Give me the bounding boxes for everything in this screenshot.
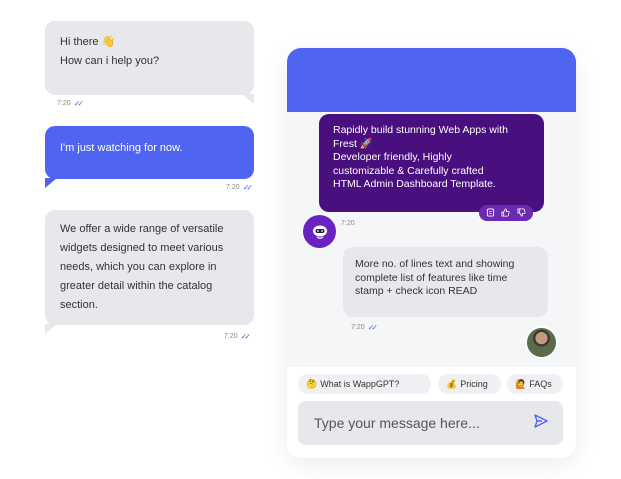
message-bubble-user: I'm just watching for now.: [45, 126, 254, 188]
user-message-bubble: More no. of lines text and showing compl…: [343, 247, 548, 317]
timestamp: 7:20: [341, 220, 355, 227]
suggestion-chips: 🤔 What is WappGPT? 💰 Pricing 🙋 FAQs: [287, 374, 576, 400]
timestamp: 7:20: [224, 333, 238, 340]
message-meta: 7:20 ✓✓: [351, 323, 379, 332]
greeting-line2: How can i help you?: [60, 55, 160, 67]
chip-label: Pricing: [460, 379, 488, 389]
robot-icon: [312, 225, 327, 239]
user-message-text: I'm just watching for now.: [60, 142, 183, 154]
chip-pricing[interactable]: 💰 Pricing: [438, 374, 501, 394]
message-composer: [298, 401, 563, 445]
send-icon[interactable]: [533, 413, 549, 434]
double-check-icon: ✓✓: [73, 99, 85, 108]
raised-hand-icon: 🙋: [515, 378, 527, 389]
user-avatar: [525, 326, 558, 359]
copy-icon[interactable]: [486, 207, 495, 219]
message-meta: 7:20 ✓✓: [57, 99, 85, 108]
chip-label: FAQs: [529, 379, 552, 389]
greeting-line1: Hi there 👋: [60, 36, 116, 48]
chip-what-is[interactable]: 🤔 What is WappGPT?: [298, 374, 431, 394]
thumbs-up-icon[interactable]: [501, 207, 511, 219]
chip-label: What is WappGPT?: [320, 379, 400, 389]
bot-message-line: Frest 🚀: [333, 137, 373, 150]
bot-message-line: Rapidly build stunning Web Apps with: [333, 124, 508, 136]
message-bubble-greeting: Hi there 👋 How can i help you?: [45, 21, 254, 104]
thumbs-down-icon[interactable]: [517, 207, 526, 219]
thinking-emoji-icon: 🤔: [306, 378, 318, 389]
message-meta: 7:20: [341, 220, 355, 227]
timestamp: 7:20: [226, 184, 240, 191]
message-meta: 7:20 ✓✓: [226, 183, 254, 192]
chat-header: [287, 48, 576, 112]
bot-message-line: HTML Admin Dashboard Template.: [333, 178, 496, 190]
info-message-text: We offer a wide range of versatile widge…: [60, 223, 224, 311]
timestamp: 7:20: [351, 324, 365, 331]
double-check-icon: ✓✓: [367, 323, 379, 332]
message-meta: 7:20 ✓✓: [224, 332, 252, 341]
chat-widget: Rapidly build stunning Web Apps with Fre…: [287, 48, 576, 458]
double-check-icon: ✓✓: [240, 332, 252, 341]
money-bag-icon: 💰: [446, 378, 458, 389]
message-bubble-info: We offer a wide range of versatile widge…: [45, 210, 254, 334]
bot-message-line: Developer friendly, Highly: [333, 151, 452, 163]
bot-avatar: [303, 215, 336, 248]
timestamp: 7:20: [57, 100, 71, 107]
double-check-icon: ✓✓: [242, 183, 254, 192]
message-input[interactable]: [312, 414, 533, 432]
message-actions: [479, 205, 533, 221]
bot-message-line: customizable & Carefully crafted: [333, 164, 484, 177]
chip-faqs[interactable]: 🙋 FAQs: [507, 374, 563, 394]
user-message-text: More no. of lines text and showing compl…: [355, 258, 515, 297]
bot-message-bubble: Rapidly build stunning Web Apps with Fre…: [319, 114, 544, 212]
